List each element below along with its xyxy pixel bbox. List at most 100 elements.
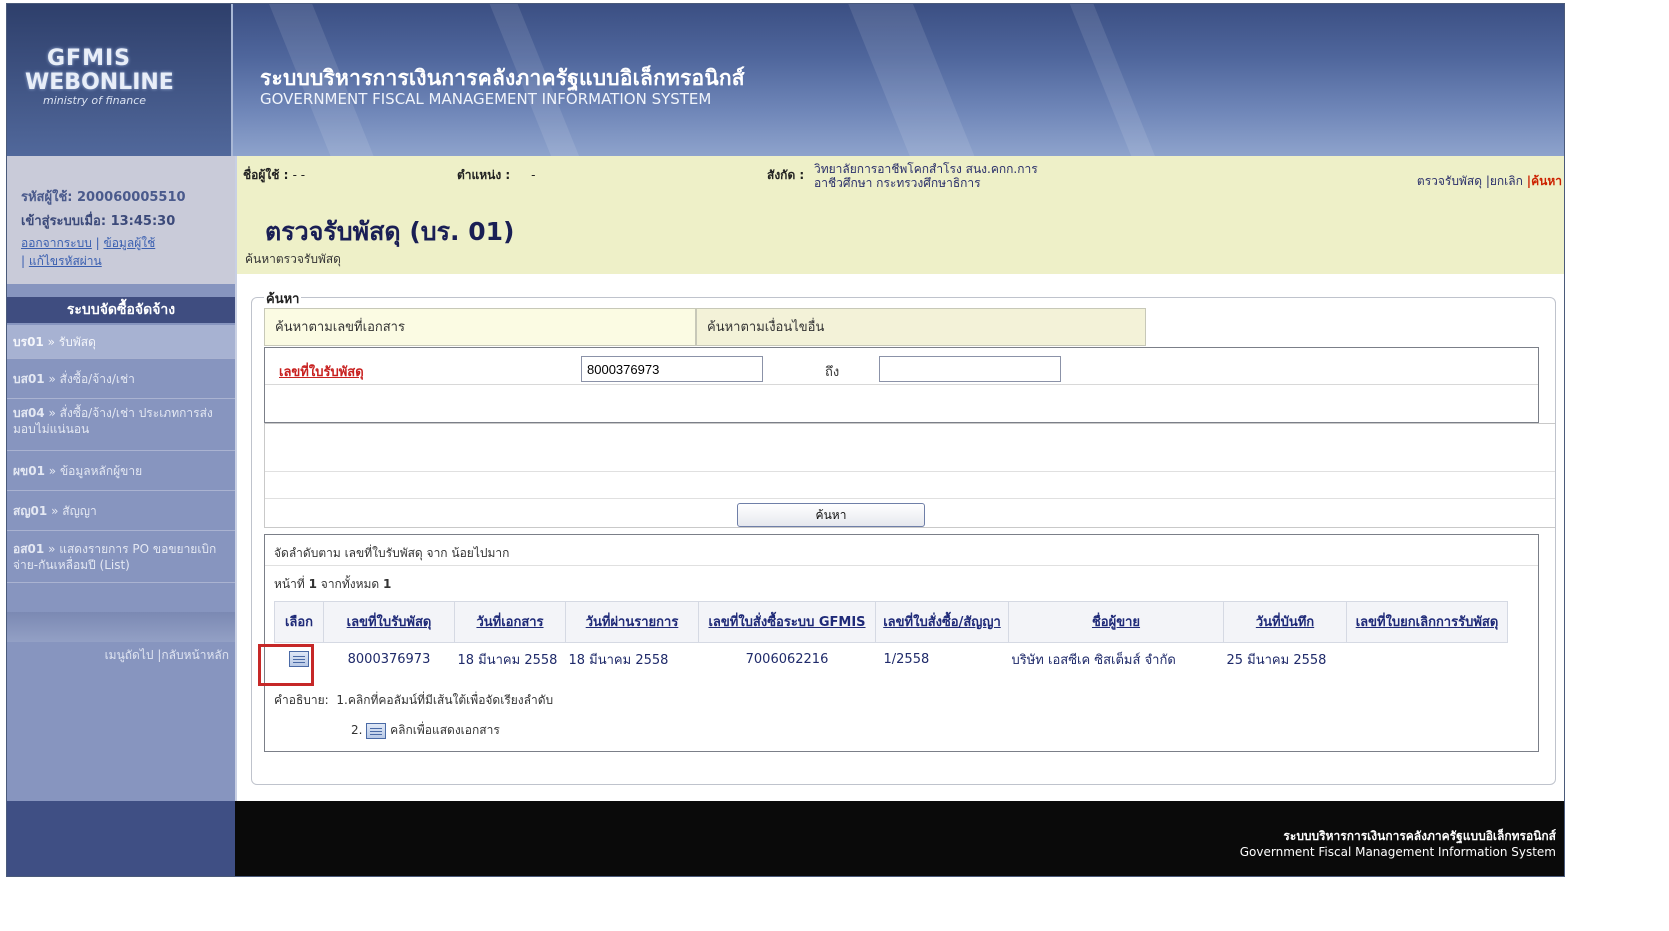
receipt-no-label[interactable]: เลขที่ใบรับพัสดุ — [279, 361, 364, 382]
col-doc-date[interactable]: วันที่เอกสาร — [454, 601, 566, 643]
position-label: ตำแหน่ง : — [457, 168, 511, 182]
sidebar-item-contract[interactable]: สญ01 » สัญญา — [7, 491, 235, 531]
col-post-date[interactable]: วันที่ผ่านรายการ — [565, 601, 699, 643]
cell-cancel-no — [1347, 643, 1508, 676]
results-table: เลือก เลขที่ใบรับพัสดุ วันที่เอกสาร วันท… — [274, 601, 1508, 675]
divider — [265, 498, 1555, 499]
page-of: จากทั้งหมด — [320, 577, 380, 591]
cell-post-date: 18 มีนาคม 2558 — [568, 652, 669, 668]
org-value: วิทยาลัยการอาชีพโคกสำโรง สนง.คกก.การ อาชี… — [814, 162, 1038, 190]
menu-code: ผข01 — [13, 464, 45, 478]
user-id-label: รหัสผู้ใช้: — [21, 190, 73, 205]
next-menu-link[interactable]: เมนูถัดไป — [105, 648, 154, 662]
note-label: คำอธิบาย: — [274, 693, 329, 707]
tab-by-other-conditions[interactable]: ค้นหาตามเงื่อนไขอื่น — [696, 308, 1146, 346]
search-button[interactable]: ค้นหา — [737, 503, 925, 527]
sidebar: รหัสผู้ใช้: 200060005510 เข้าสู่ระบบเมื่… — [7, 156, 237, 801]
sidebar-nav: เมนูถัดไป |กลับหน้าหลัก — [7, 646, 235, 665]
menu-code: สญ01 — [13, 504, 48, 518]
inspect-link[interactable]: ตรวจรับพัสดุ — [1417, 174, 1482, 188]
cell-po-contract: 1/2558 — [883, 651, 930, 667]
sidebar-item-purchase[interactable]: บส01 » สั่งซื้อ/จ้าง/เช่า — [7, 359, 235, 399]
menu-code: บส01 — [13, 372, 45, 386]
menu-label: สั่งซื้อ/จ้าง/เช่า — [59, 372, 135, 386]
col-po-gfmis[interactable]: เลขที่ใบสั่งซื้อระบบ GFMIS — [698, 601, 876, 643]
login-time-label: เข้าสู่ระบบเมื่อ: — [21, 214, 107, 229]
cell-vendor: บริษัท เอสซีเค ซิสเต็มส์ จำกัด — [1011, 652, 1176, 668]
sidebar-divider — [7, 612, 235, 642]
page-info: หน้าที่ 1 จากทั้งหมด 1 — [274, 575, 391, 594]
page-current: 1 — [308, 577, 317, 591]
menu-sep: » — [48, 464, 57, 478]
page-header: ตรวจรับพัสดุ (บร. 01) ค้นหาตรวจรับพัสดุ — [237, 200, 1564, 274]
gfmis-logo[interactable]: GFMIS WEBONLINE ministry of finance — [7, 4, 233, 156]
sidebar-item-purchase-uncertain[interactable]: บส04 » สั่งซื้อ/จ้าง/เช่า ประเภทการส่งมอ… — [7, 399, 235, 451]
username-field: ชื่อผู้ใช้ : - - — [243, 166, 305, 185]
sidebar-header: ระบบจัดซื้อจัดจ้าง — [7, 297, 235, 323]
user-info-bar: ชื่อผู้ใช้ : - - ตำแหน่ง : - สังกัด : วิ… — [237, 156, 1564, 200]
position-value: - — [531, 168, 536, 182]
logout-link[interactable]: ออกจากระบบ — [21, 236, 92, 250]
divider — [265, 565, 1538, 566]
divider — [265, 471, 1555, 472]
tab-by-document-no[interactable]: ค้นหาตามเลขที่เอกสาร — [264, 308, 696, 346]
note-2-num: 2. — [351, 723, 363, 737]
search-link[interactable]: |ค้นหา — [1527, 174, 1562, 188]
note-1-text: 1.คลิกที่คอลัมน์ที่มีเส้นใต้เพื่อจัดเรีย… — [336, 693, 554, 707]
receipt-no-from-input[interactable] — [581, 356, 763, 382]
footer-left-block — [7, 801, 235, 876]
org-line-1: วิทยาลัยการอาชีพโคกสำโรง สนง.คกก.การ — [814, 162, 1038, 176]
menu-label: แสดงรายการ PO ขอขยายเบิกจ่าย-กันเหลื่อมป… — [13, 542, 217, 572]
app-window: GFMIS WEBONLINE ministry of finance ระบบ… — [6, 3, 1565, 877]
footer-title-thai: ระบบบริหารการเงินการคลังภาครัฐแบบอิเล็กท… — [1283, 829, 1556, 843]
receipt-no-to-input[interactable] — [879, 356, 1061, 382]
selection-highlight — [258, 644, 314, 686]
footer-title-english: Government Fiscal Management Information… — [1239, 845, 1556, 859]
search-form: เลขที่ใบรับพัสดุ ถึง — [264, 347, 1539, 423]
position-field: ตำแหน่ง : - — [457, 166, 535, 185]
change-password-link[interactable]: แก้ไขรหัสผ่าน — [29, 254, 102, 268]
page-label: หน้าที่ — [274, 577, 305, 591]
col-select: เลือก — [274, 601, 324, 643]
menu-sep: » — [51, 504, 59, 518]
note-2-text: คลิกเพื่อแสดงเอกสาร — [390, 723, 500, 737]
legend-note-2: 2. คลิกเพื่อแสดงเอกสาร — [351, 721, 500, 740]
page-title: ตรวจรับพัสดุ (บร. 01) — [265, 217, 515, 246]
menu-code: บส04 — [13, 406, 45, 420]
results-panel: จัดลำดับตาม เลขที่ใบรับพัสดุ จาก น้อยไปม… — [264, 534, 1539, 752]
sidebar-item-vendor[interactable]: ผข01 » ข้อมูลหลักผู้ขาย — [7, 451, 235, 491]
menu-sep: » — [48, 406, 56, 420]
search-tabs: ค้นหาตามเลขที่เอกสาร ค้นหาตามเงื่อนไขอื่… — [264, 308, 1146, 348]
table-row: 8000376973 18 มีนาคม 2558 18 มีนาคม 2558… — [275, 643, 1508, 676]
search-extra-area: ค้นหา — [264, 423, 1555, 528]
page-total: 1 — [383, 577, 392, 591]
cancel-link[interactable]: |ยกเลิก — [1486, 174, 1523, 188]
col-cancel-no[interactable]: เลขที่ใบยกเลิกการรับพัสดุ — [1346, 601, 1508, 643]
home-link[interactable]: |กลับหน้าหลัก — [157, 648, 229, 662]
user-links: ออกจากระบบ | ข้อมูลผู้ใช้ | แก้ไขรหัสผ่า… — [21, 236, 156, 268]
col-receipt-no[interactable]: เลขที่ใบรับพัสดุ — [323, 601, 455, 643]
sidebar-item-receive[interactable]: บร01 » รับพัสดุ — [7, 325, 235, 359]
menu-code: อส01 — [13, 542, 45, 556]
col-vendor[interactable]: ชื่อผู้ขาย — [1008, 601, 1224, 643]
user-id: รหัสผู้ใช้: 200060005510 — [21, 186, 186, 207]
menu-code: บร01 — [13, 335, 44, 349]
col-record-date[interactable]: วันที่บันทึก — [1223, 601, 1347, 643]
action-links: ตรวจรับพัสดุ |ยกเลิก |ค้นหา — [1417, 172, 1562, 191]
menu-sep: » — [48, 372, 56, 386]
header-banner: GFMIS WEBONLINE ministry of finance ระบบ… — [7, 4, 1564, 156]
cell-record-date: 25 มีนาคม 2558 — [1226, 652, 1327, 668]
menu-sep: » — [47, 335, 55, 349]
login-time: เข้าสู่ระบบเมื่อ: 13:45:30 — [21, 210, 175, 231]
sidebar-item-po-extension[interactable]: อส01 » แสดงรายการ PO ขอขยายเบิกจ่าย-กันเ… — [7, 531, 235, 583]
sidebar-menu: บร01 » รับพัสดุ บส01 » สั่งซื้อ/จ้าง/เช่… — [7, 325, 235, 583]
sort-info: จัดลำดับตาม เลขที่ใบรับพัสดุ จาก น้อยไปม… — [274, 546, 510, 560]
username-label: ชื่อผู้ใช้ : — [243, 168, 289, 182]
search-panel: ค้นหา ค้นหาตามเลขที่เอกสาร ค้นหาตามเงื่อ… — [251, 288, 1556, 785]
user-panel: รหัสผู้ใช้: 200060005510 เข้าสู่ระบบเมื่… — [7, 156, 235, 284]
document-icon — [366, 722, 387, 739]
org-line-2: อาชีวศึกษา กระทรวงศึกษาธิการ — [814, 176, 981, 190]
profile-link[interactable]: ข้อมูลผู้ใช้ — [104, 236, 156, 250]
system-title-english: GOVERNMENT FISCAL MANAGEMENT INFORMATION… — [260, 90, 712, 108]
col-po-contract[interactable]: เลขที่ใบสั่งซื้อ/สัญญา — [875, 601, 1009, 643]
